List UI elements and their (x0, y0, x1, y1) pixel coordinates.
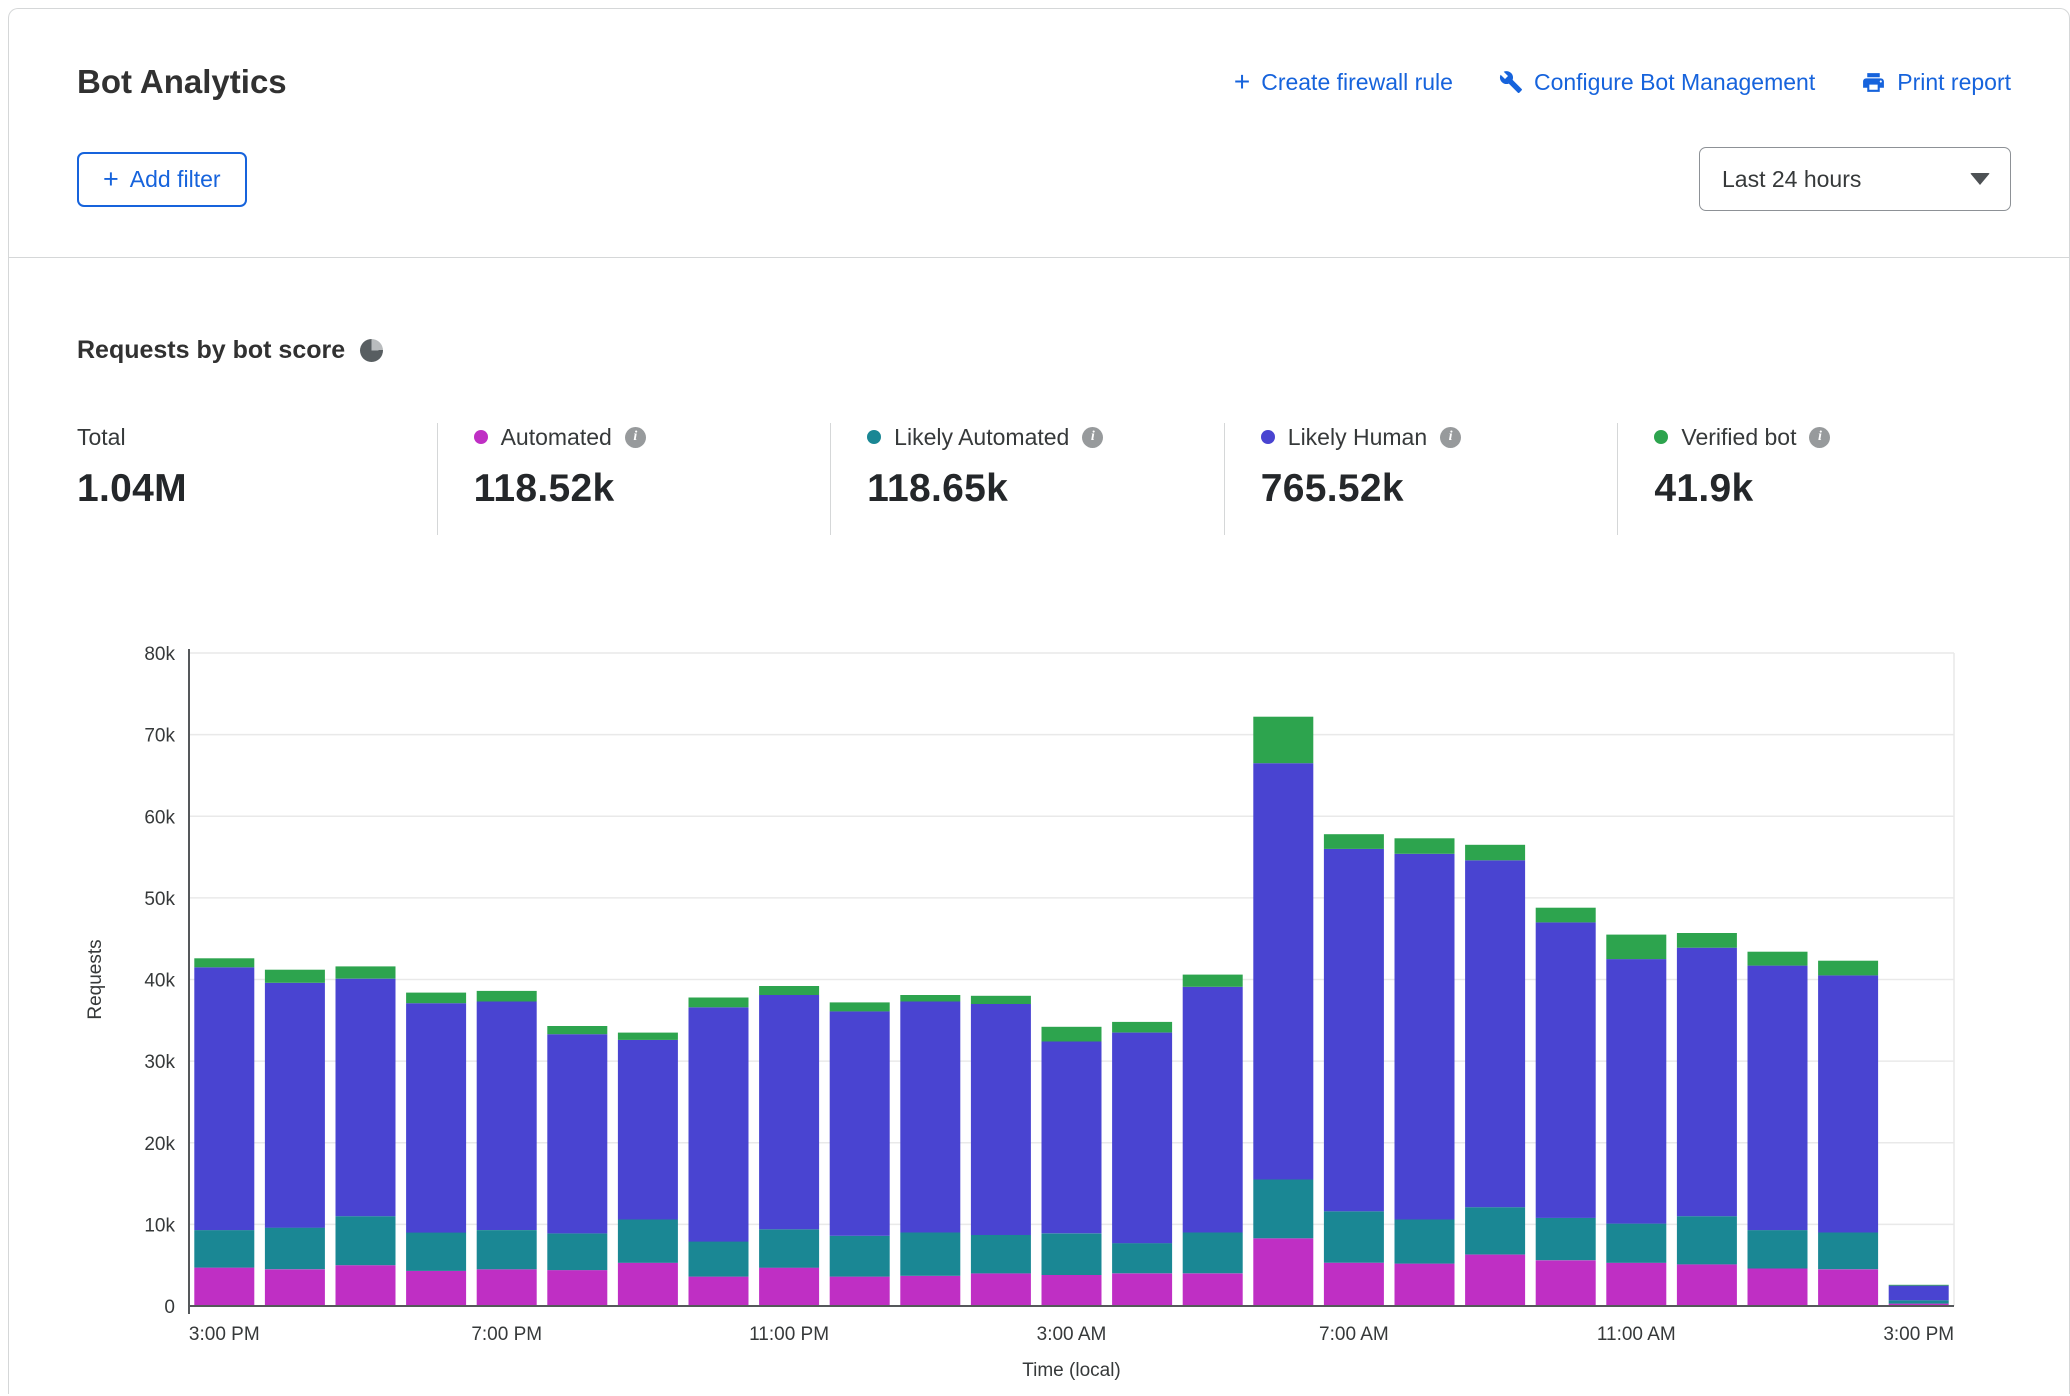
stat-label: Automated (501, 424, 612, 451)
svg-text:11:00 PM: 11:00 PM (749, 1324, 829, 1345)
svg-text:50k: 50k (144, 889, 175, 910)
card-body: Requests by bot score Total 1.04M Automa… (9, 258, 2069, 1396)
svg-text:30k: 30k (144, 1052, 175, 1073)
info-icon[interactable]: i (1082, 427, 1103, 448)
svg-text:10k: 10k (144, 1215, 175, 1236)
configure-bot-management-link[interactable]: Configure Bot Management (1499, 69, 1815, 96)
stat-value: 118.52k (474, 467, 831, 511)
svg-text:3:00 PM: 3:00 PM (189, 1324, 260, 1345)
time-range-value: Last 24 hours (1722, 166, 1861, 193)
chevron-down-icon (1970, 173, 1990, 185)
stat-label: Likely Automated (894, 424, 1069, 451)
stat-label: Verified bot (1681, 424, 1796, 451)
stat-likely-human: Likely Human i 765.52k (1224, 423, 1618, 535)
stat-value: 41.9k (1654, 467, 2011, 511)
header-actions: + Create firewall rule Configure Bot Man… (1234, 68, 2011, 96)
stat-label: Likely Human (1288, 424, 1427, 451)
print-report-link[interactable]: Print report (1861, 69, 2011, 96)
add-filter-label: Add filter (130, 166, 221, 193)
svg-text:Requests: Requests (85, 939, 106, 1019)
svg-text:80k: 80k (144, 644, 175, 665)
stats-row: Total 1.04M Automated i 118.52k Likely A… (77, 423, 2011, 535)
pie-chart-icon (360, 339, 383, 362)
info-icon[interactable]: i (1809, 427, 1830, 448)
svg-text:7:00 AM: 7:00 AM (1319, 1324, 1389, 1345)
svg-text:0: 0 (164, 1297, 175, 1318)
card-header: Bot Analytics + Create firewall rule Con… (9, 9, 2069, 258)
add-filter-button[interactable]: + Add filter (77, 152, 247, 207)
legend-dot-automated (474, 430, 488, 444)
stat-value: 765.52k (1261, 467, 1618, 511)
stat-automated: Automated i 118.52k (437, 423, 831, 535)
print-report-label: Print report (1897, 69, 2011, 96)
configure-bot-management-label: Configure Bot Management (1534, 69, 1815, 96)
page-title: Bot Analytics (77, 63, 287, 101)
stat-value: 1.04M (77, 467, 437, 511)
svg-text:60k: 60k (144, 807, 175, 828)
svg-text:70k: 70k (144, 726, 175, 747)
create-firewall-rule-link[interactable]: + Create firewall rule (1234, 68, 1453, 96)
info-icon[interactable]: i (1440, 427, 1461, 448)
chart-area: 0 10k 20k 30k 40k 50k 60k 70k 80k 3:00 PM 7:00 PM 1… (77, 631, 2011, 1396)
bot-analytics-card: Bot Analytics + Create firewall rule Con… (8, 8, 2070, 1394)
svg-text:Time (local): Time (local) (1022, 1360, 1121, 1381)
legend-dot-verified-bot (1654, 430, 1668, 444)
stat-total: Total 1.04M (77, 423, 437, 535)
create-firewall-rule-label: Create firewall rule (1261, 69, 1453, 96)
time-range-select[interactable]: Last 24 hours (1699, 147, 2011, 211)
stat-label: Total (77, 424, 126, 451)
info-icon[interactable]: i (625, 427, 646, 448)
svg-text:7:00 PM: 7:00 PM (471, 1324, 542, 1345)
requests-by-bot-score-chart: 0 10k 20k 30k 40k 50k 60k 70k 80k 3:00 PM 7:00 PM 1… (77, 631, 1967, 1391)
svg-text:20k: 20k (144, 1134, 175, 1155)
stat-value: 118.65k (867, 467, 1224, 511)
wrench-icon (1499, 70, 1523, 94)
plus-icon: + (1234, 68, 1250, 96)
svg-text:11:00 AM: 11:00 AM (1597, 1324, 1676, 1345)
plus-icon: + (103, 166, 119, 193)
svg-text:3:00 AM: 3:00 AM (1037, 1324, 1107, 1345)
stat-verified-bot: Verified bot i 41.9k (1617, 423, 2011, 535)
legend-dot-likely-automated (867, 430, 881, 444)
printer-icon (1861, 70, 1886, 95)
section-title: Requests by bot score (77, 336, 345, 365)
svg-text:40k: 40k (144, 971, 175, 992)
legend-dot-likely-human (1261, 430, 1275, 444)
stat-likely-automated: Likely Automated i 118.65k (830, 423, 1224, 535)
svg-text:3:00 PM: 3:00 PM (1883, 1324, 1954, 1345)
